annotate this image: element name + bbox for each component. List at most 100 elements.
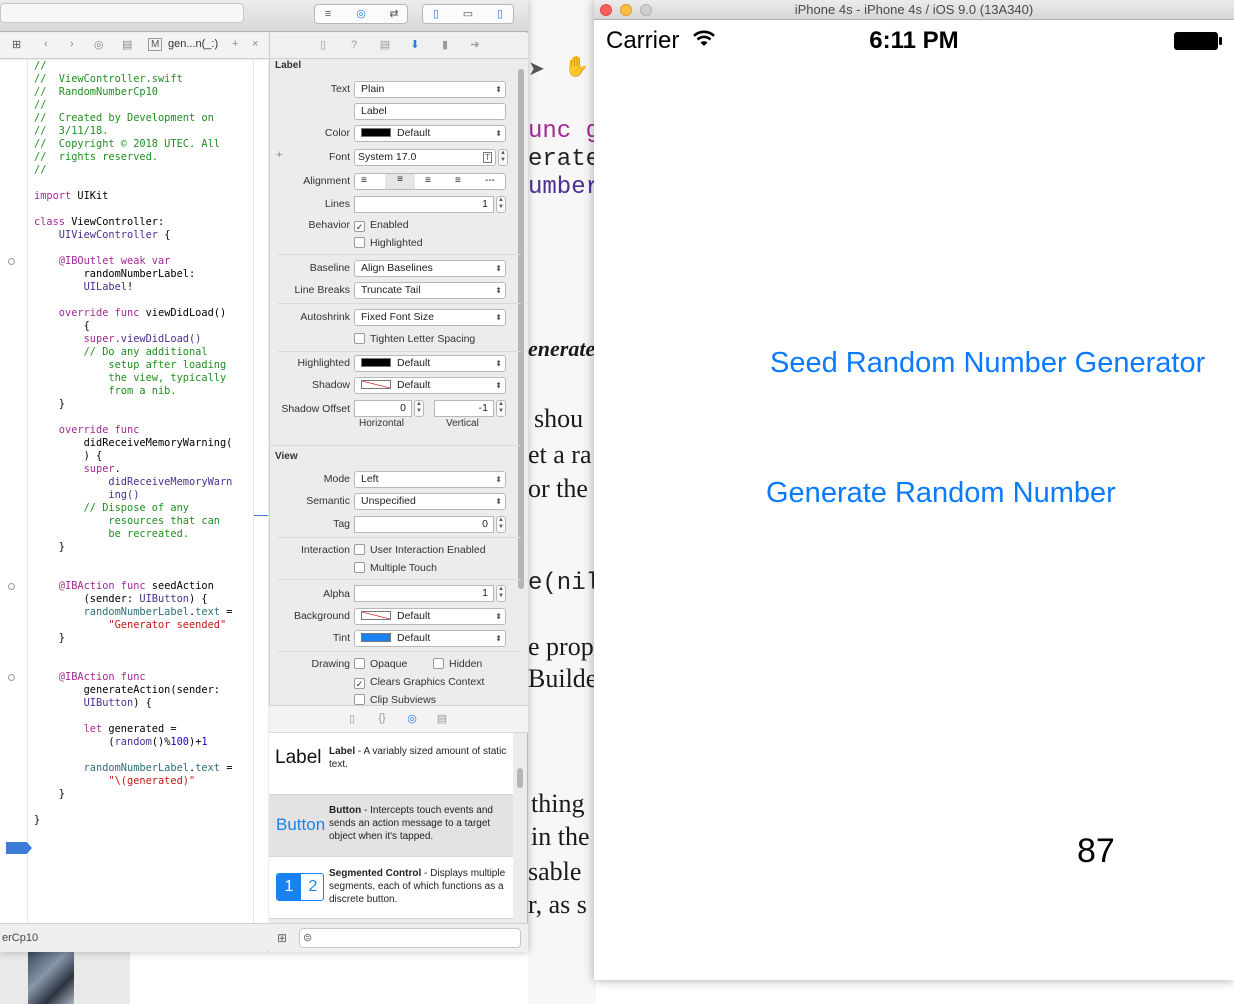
code-editor[interactable]: //// ViewController.swift// RandomNumber… — [0, 60, 268, 923]
font-field[interactable]: System 17.0 T — [354, 149, 496, 166]
mode-popup[interactable]: Left ⬍ — [354, 471, 506, 488]
code-line: } — [34, 788, 266, 801]
file-icon[interactable]: ▤ — [122, 38, 132, 51]
debug-toggle-icon[interactable]: ▭ — [458, 7, 478, 21]
baseline-popup[interactable]: Align Baselines ⬍ — [354, 260, 506, 277]
divider — [278, 651, 521, 652]
alpha-stepper[interactable]: ▲ ▼ — [496, 585, 506, 602]
minimize-window-button[interactable] — [620, 4, 632, 16]
alpha-field[interactable]: 1 — [354, 585, 494, 602]
highlighted-checkbox[interactable]: Highlighted — [354, 237, 423, 249]
attributes-inspector-icon[interactable]: ⬇ — [408, 38, 422, 52]
line-gutter — [0, 60, 32, 923]
inspector-tabs: ▯ ? ▤ ⬇ ▮ ➔ — [270, 33, 528, 59]
clip-subviews-checkbox[interactable]: Clip Subviews — [354, 694, 436, 705]
tighten-letter-spacing-checkbox[interactable]: Tighten Letter Spacing — [354, 333, 475, 345]
generate-random-button[interactable]: Generate Random Number — [766, 477, 1116, 510]
code-token: randomNumberLabel — [34, 762, 189, 774]
lines-field[interactable]: 1 — [354, 196, 494, 213]
tag-stepper[interactable]: ▲ ▼ — [496, 516, 506, 533]
source-code[interactable]: //// ViewController.swift// RandomNumber… — [34, 60, 266, 827]
close-window-button[interactable] — [600, 4, 612, 16]
label-text-field[interactable]: Label — [354, 103, 506, 120]
align-right-icon[interactable]: ≡ — [425, 175, 431, 186]
font-picker-icon[interactable]: T — [483, 152, 492, 163]
assistant-icon[interactable]: ◎ — [94, 38, 104, 51]
object-library-icon[interactable]: ◎ — [405, 712, 419, 726]
code-token: seedAction — [145, 580, 214, 592]
shadow-offset-v-field[interactable]: -1 — [434, 400, 494, 417]
divider — [278, 303, 521, 304]
library-scrollbar[interactable] — [517, 768, 523, 788]
navigator-toggle-icon[interactable]: ▯ — [426, 7, 446, 21]
library-filter-field[interactable]: ⊜ — [299, 928, 521, 948]
code-line: ing() — [34, 489, 266, 502]
lines-stepper[interactable]: ▲ ▼ — [496, 196, 506, 213]
code-line: // RandomNumberCp10 — [34, 86, 266, 99]
line-breaks-popup[interactable]: Truncate Tail ⬍ — [354, 282, 506, 299]
align-center-icon[interactable]: ≡ — [385, 174, 415, 189]
opaque-checkbox[interactable]: Opaque — [354, 658, 407, 670]
user-interaction-checkbox[interactable]: User Interaction Enabled — [354, 544, 486, 556]
file-inspector-icon[interactable]: ▯ — [316, 38, 330, 52]
background-popup[interactable]: Default ⬍ — [354, 608, 506, 625]
related-items-icon[interactable]: ⊞ — [12, 38, 21, 51]
library-item-button[interactable]: Button Button - Intercepts touch events … — [269, 795, 513, 857]
bg-code-line: unc g — [528, 118, 596, 145]
inspector-scrollbar[interactable] — [518, 69, 524, 589]
tag-field[interactable]: 0 — [354, 516, 494, 533]
semantic-popup[interactable]: Unspecified ⬍ — [354, 493, 506, 510]
font-value: System 17.0 — [358, 151, 417, 163]
identity-inspector-icon[interactable]: ▤ — [378, 38, 392, 52]
close-icon[interactable]: × — [252, 38, 258, 50]
shadow-popup[interactable]: Default ⬍ — [354, 377, 506, 394]
hidden-checkbox[interactable]: Hidden — [433, 658, 482, 670]
scheme-field[interactable] — [0, 3, 244, 23]
action-connection-dot[interactable] — [8, 583, 15, 590]
assistant-editor-icon[interactable]: ◎ — [351, 7, 371, 21]
attributes-inspector: ▯ ? ▤ ⬇ ▮ ➔ Label Text Plain ⬍ Label Colo… — [269, 33, 528, 705]
code-snippets-icon[interactable]: {} — [375, 712, 389, 726]
jump-function[interactable]: gen...n(_:) — [168, 38, 218, 50]
assistant-split-line — [254, 515, 268, 516]
swift-file-icon: M — [148, 38, 163, 51]
shadow-offset-h-stepper[interactable]: ▲ ▼ — [414, 400, 424, 417]
version-editor-icon[interactable]: ⇄ — [384, 7, 404, 21]
multiple-touch-checkbox[interactable]: Multiple Touch — [354, 562, 437, 574]
connections-inspector-icon[interactable]: ➔ — [468, 38, 482, 52]
shadow-offset-h-field[interactable]: 0 — [354, 400, 412, 417]
clears-graphics-checkbox[interactable]: ✓ Clears Graphics Context — [354, 676, 484, 689]
utilities-toggle-icon[interactable]: ▯ — [490, 7, 510, 21]
file-templates-icon[interactable]: ▯ — [345, 712, 359, 726]
forward-arrow-icon[interactable]: › — [70, 38, 74, 50]
align-natural-icon[interactable]: --- — [485, 175, 495, 186]
help-inspector-icon[interactable]: ? — [347, 38, 361, 52]
media-library-icon[interactable]: ▤ — [435, 712, 449, 726]
color-popup[interactable]: Default ⬍ — [354, 125, 506, 142]
text-type-value: Plain — [361, 83, 385, 95]
code-line: // — [34, 164, 266, 177]
standard-editor-icon[interactable]: ≡ — [318, 7, 338, 21]
highlighted-color-popup[interactable]: Default ⬍ — [354, 355, 506, 372]
tint-popup[interactable]: Default ⬍ — [354, 630, 506, 647]
text-type-popup[interactable]: Plain ⬍ — [354, 81, 506, 98]
back-arrow-icon[interactable]: ‹ — [44, 38, 48, 50]
code-token: import — [34, 190, 72, 202]
outlet-connection-dot[interactable] — [8, 258, 15, 265]
shadow-offset-v-stepper[interactable]: ▲ ▼ — [496, 400, 506, 417]
library-item-segmented-control[interactable]: 1 2 Segmented Control - Displays multipl… — [269, 857, 513, 919]
font-size-stepper[interactable]: ▲ ▼ — [498, 149, 508, 166]
seed-random-button[interactable]: Seed Random Number Generator — [770, 347, 1205, 380]
library-item-label[interactable]: Label Label - A variably sized amount of… — [269, 733, 513, 795]
add-icon[interactable]: + — [232, 38, 238, 50]
bg-text-line: shou — [534, 404, 584, 433]
align-justify-icon[interactable]: ≡ — [455, 175, 461, 186]
enabled-checkbox[interactable]: ✓ Enabled — [354, 219, 409, 232]
code-token: // rights reserved. — [34, 151, 158, 163]
autoshrink-popup[interactable]: Fixed Font Size ⬍ — [354, 309, 506, 326]
zoom-window-button[interactable] — [640, 4, 652, 16]
align-left-icon[interactable]: ≡ — [361, 175, 367, 186]
size-inspector-icon[interactable]: ▮ — [438, 38, 452, 52]
grid-view-icon[interactable]: ⊞ — [277, 931, 287, 945]
action-connection-dot[interactable] — [8, 674, 15, 681]
